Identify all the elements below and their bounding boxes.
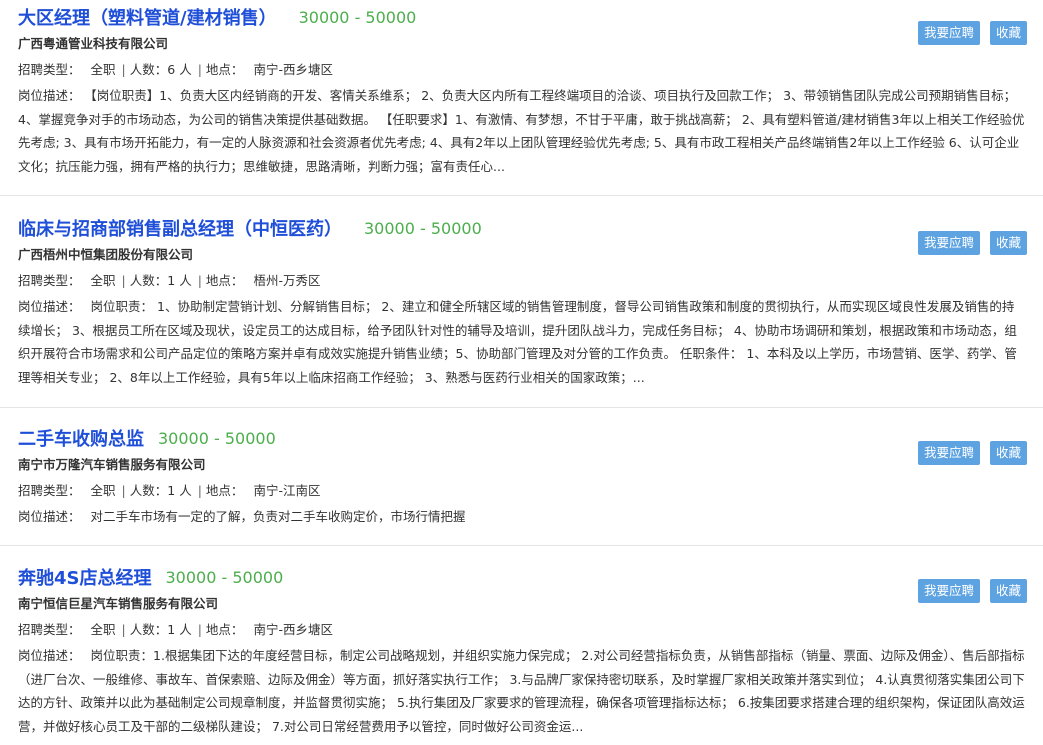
location-value: 南宁-西乡塘区 [253,62,333,77]
type-value: 全职 [90,273,116,288]
apply-button[interactable]: 我要应聘 [917,21,980,45]
job-meta: 招聘类型： 全职 | 人数：1 人 | 地点： 梧州-万秀区 [18,273,321,288]
job-title-row: 大区经理（塑料管道/建材销售） 30000 - 50000 [18,0,1027,34]
desc-label: 岗位描述： [18,299,81,314]
job-title-link[interactable]: 奔驰4S店总经理 [18,564,152,590]
desc-label: 岗位描述： [18,88,81,103]
count-value: 1 人 [167,622,192,637]
salary-range: 30000 - 50000 [298,7,417,27]
job-actions: 我要应聘 收藏 [917,21,1027,45]
company-name: 南宁市万隆汽车销售服务有限公司 [18,457,206,472]
save-button[interactable]: 收藏 [989,441,1027,465]
job-description: 岗位描述： 岗位职责：1.根据集团下达的年度经营目标，制定公司战略规划，并组织实施… [18,644,1026,738]
location-label: 地点： [205,622,244,637]
apply-button[interactable]: 我要应聘 [917,441,980,465]
type-value: 全职 [90,62,116,77]
salary-range: 30000 - 50000 [165,567,284,587]
job-description: 岗位描述： 【岗位职责】1、负责大区内经销商的开发、客情关系维系； 2、负责大区内… [18,84,1026,178]
desc-text: 岗位职责：1.根据集团下达的年度经营目标，制定公司战略规划，并组织实施力保完成；… [18,648,1025,734]
job-title-link[interactable]: 大区经理（塑料管道/建材销售） [18,4,277,30]
company-name: 广西梧州中恒集团股份有限公司 [18,247,194,262]
location-value: 南宁-江南区 [253,483,321,498]
save-button[interactable]: 收藏 [989,579,1027,603]
type-value: 全职 [90,483,116,498]
job-item: 奔驰4S店总经理 30000 - 50000 南宁恒信巨星汽车销售服务有限公司 … [0,546,1043,745]
count-value: 6 人 [167,62,192,77]
type-label: 招聘类型： [18,62,81,77]
company-name: 广西粤通管业科技有限公司 [18,36,169,51]
job-meta: 招聘类型： 全职 | 人数：1 人 | 地点： 南宁-江南区 [18,483,321,498]
desc-text: 【岗位职责】1、负责大区内经销商的开发、客情关系维系； 2、负责大区内所有工程终… [18,88,1025,174]
type-label: 招聘类型： [18,483,81,498]
count-value: 1 人 [167,273,192,288]
type-value: 全职 [90,622,116,637]
job-description: 岗位描述： 岗位职责： 1、协助制定营销计划、分解销售目标； 2、建立和健全所辖区… [18,295,1026,389]
job-item: 临床与招商部销售副总经理（中恒医药） 30000 - 50000 广西梧州中恒集… [0,196,1043,408]
job-meta: 招聘类型： 全职 | 人数：1 人 | 地点： 南宁-西乡塘区 [18,622,333,637]
save-button[interactable]: 收藏 [989,231,1027,255]
type-label: 招聘类型： [18,273,81,288]
job-item: 二手车收购总监 30000 - 50000 南宁市万隆汽车销售服务有限公司 招聘… [0,408,1043,546]
job-title-row: 奔驰4S店总经理 30000 - 50000 [18,560,1027,594]
desc-text: 对二手车市场有一定的了解，负责对二手车收购定价，市场行情把握 [90,509,466,524]
count-value: 1 人 [167,483,192,498]
salary-range: 30000 - 50000 [158,428,276,448]
desc-text: 岗位职责： 1、协助制定营销计划、分解销售目标； 2、建立和健全所辖区域的销售管… [18,299,1017,385]
location-label: 地点： [205,62,244,77]
count-label: 人数： [129,622,168,637]
count-label: 人数： [129,273,168,288]
count-label: 人数： [129,62,168,77]
location-label: 地点： [205,483,244,498]
job-title-row: 临床与招商部销售副总经理（中恒医药） 30000 - 50000 [18,211,1027,245]
job-list: 大区经理（塑料管道/建材销售） 30000 - 50000 广西粤通管业科技有限… [0,0,1043,745]
type-label: 招聘类型： [18,622,81,637]
count-label: 人数： [129,483,168,498]
company-name: 南宁恒信巨星汽车销售服务有限公司 [18,596,219,611]
apply-button[interactable]: 我要应聘 [917,231,980,255]
job-meta: 招聘类型： 全职 | 人数：6 人 | 地点： 南宁-西乡塘区 [18,62,333,77]
location-label: 地点： [205,273,244,288]
job-title-link[interactable]: 二手车收购总监 [18,425,144,451]
location-value: 梧州-万秀区 [253,273,321,288]
location-value: 南宁-西乡塘区 [253,622,333,637]
desc-label: 岗位描述： [18,509,81,524]
job-actions: 我要应聘 收藏 [917,441,1027,465]
job-actions: 我要应聘 收藏 [917,231,1027,255]
apply-button[interactable]: 我要应聘 [917,579,980,603]
job-title-row: 二手车收购总监 30000 - 50000 [18,421,1027,455]
salary-range: 30000 - 50000 [364,218,482,238]
job-title-link[interactable]: 临床与招商部销售副总经理（中恒医药） [18,215,342,241]
job-item: 大区经理（塑料管道/建材销售） 30000 - 50000 广西粤通管业科技有限… [0,0,1043,196]
desc-label: 岗位描述： [18,648,81,663]
job-description: 岗位描述： 对二手车市场有一定的了解，负责对二手车收购定价，市场行情把握 [18,505,1026,529]
job-actions: 我要应聘 收藏 [917,579,1027,603]
save-button[interactable]: 收藏 [989,21,1027,45]
